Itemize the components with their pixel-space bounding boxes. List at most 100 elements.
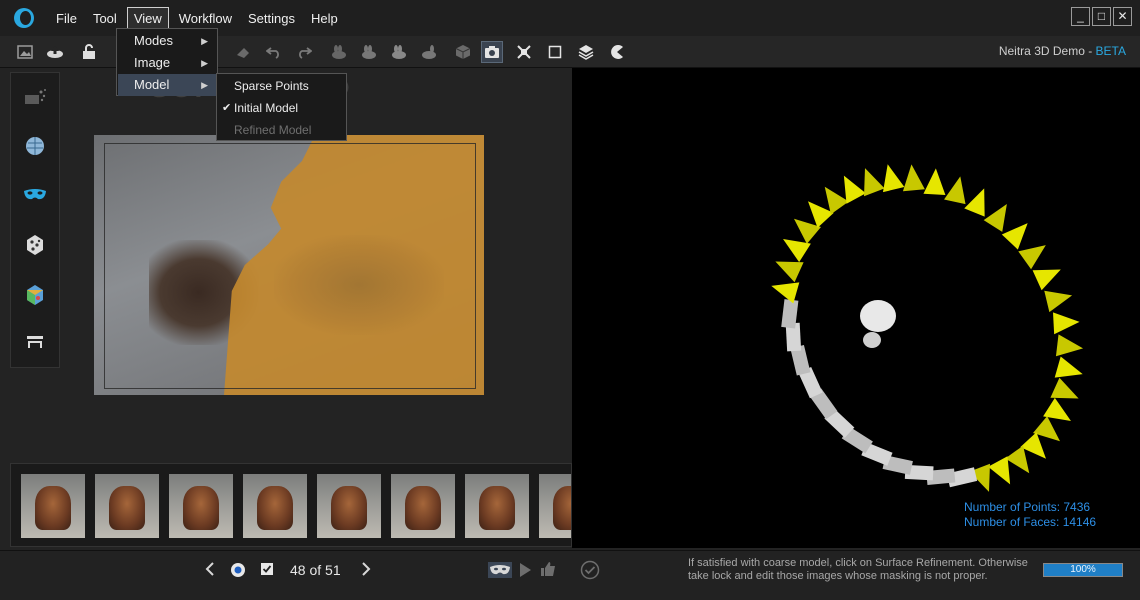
square-icon[interactable] (544, 41, 566, 63)
submenu-arrow-icon: ▶ (201, 36, 208, 46)
thumbnail[interactable] (169, 474, 233, 538)
thumbs-up-icon[interactable] (540, 561, 556, 582)
points-count: Number of Points: 7436 (964, 500, 1091, 514)
thumbnail[interactable] (95, 474, 159, 538)
camera-frustum (775, 261, 804, 283)
next-icon[interactable] (360, 561, 372, 582)
crosshair-icon[interactable] (513, 41, 535, 63)
sparse-points-icon[interactable] (23, 85, 47, 109)
camera-frustum (1050, 377, 1079, 399)
submenu-item-initial-model[interactable]: ✔ Initial Model (218, 97, 346, 119)
redo-icon[interactable] (293, 41, 315, 63)
faces-count: Number of Faces: 14146 (964, 515, 1097, 529)
beta-badge: BETA (1095, 44, 1126, 58)
camera-frustum (983, 204, 1007, 232)
mesh-icon[interactable] (23, 134, 47, 158)
menu-file[interactable]: File (50, 8, 83, 29)
menu-item-model-label: Model (134, 77, 170, 92)
submenu-item-refined-model: Refined Model (234, 123, 312, 137)
menu-help[interactable]: Help (305, 8, 344, 29)
view-menu-dropdown: Modes ▶ Image ▶ Model ▶ (116, 28, 218, 96)
record-icon[interactable] (230, 562, 246, 583)
eraser-icon[interactable] (232, 41, 254, 63)
menu-item-modes-label: Modes (134, 33, 174, 48)
image-viewport[interactable] (94, 135, 484, 395)
thumbnail[interactable] (21, 474, 85, 538)
rabbit-4-icon[interactable] (418, 41, 440, 63)
texture-icon[interactable] (23, 283, 47, 307)
menu-tool[interactable]: Tool (87, 8, 123, 29)
thumbnail[interactable] (391, 474, 455, 538)
camera-frustum (824, 186, 849, 215)
thumbnail[interactable] (465, 474, 529, 538)
camera-icon[interactable] (481, 41, 503, 63)
mask-icon[interactable] (23, 183, 47, 207)
menu-item-model[interactable]: Model ▶ (118, 74, 216, 96)
app-logo-icon (14, 8, 34, 28)
image-icon[interactable] (14, 41, 36, 63)
submenu-item-initial-model-label: Initial Model (234, 101, 299, 115)
camera-frustum (1018, 245, 1046, 270)
play-icon[interactable] (518, 562, 532, 583)
submenu-arrow-icon: ▶ (201, 80, 208, 90)
dots-icon[interactable] (23, 233, 47, 257)
undo-icon[interactable] (263, 41, 285, 63)
camera-frustum (923, 168, 946, 195)
rabbit-1-icon[interactable] (328, 41, 350, 63)
camera-frustum (1005, 445, 1030, 474)
camera-frustum (1001, 223, 1028, 250)
model-stats: Number of Points: 7436 Number of Faces: … (964, 500, 1096, 530)
camera-frustum (944, 176, 966, 205)
pacman-icon[interactable] (606, 41, 628, 63)
close-button[interactable]: ✕ (1113, 7, 1132, 26)
thumbnail[interactable] (243, 474, 307, 538)
submenu-item-sparse-points[interactable]: Sparse Points (218, 75, 346, 97)
camera-frustum (1054, 356, 1083, 378)
unlock-icon[interactable] (78, 41, 100, 63)
progress-label: 100% (1070, 564, 1096, 575)
menu-item-image[interactable]: Image ▶ (118, 52, 216, 74)
menu-workflow[interactable]: Workflow (173, 8, 238, 29)
status-hint: If satisfied with coarse model, click on… (688, 557, 1028, 582)
window-controls: _ □ ✕ (1071, 7, 1132, 26)
checkbox-icon[interactable] (260, 562, 274, 581)
upload-icon[interactable] (44, 41, 66, 63)
camera-frustum (882, 164, 905, 193)
rabbit-3-icon[interactable] (388, 41, 410, 63)
mask-tool-icon[interactable] (488, 562, 512, 583)
submenu-arrow-icon: ▶ (201, 58, 208, 68)
align-icon[interactable] (23, 330, 47, 354)
menu-view[interactable]: View (126, 6, 169, 30)
cube-icon[interactable] (452, 41, 474, 63)
app-window: File Tool View Workflow Settings Help _ … (0, 0, 1140, 600)
camera-frustum (864, 168, 885, 197)
reconstructed-model (860, 300, 896, 348)
filmstrip (10, 463, 572, 547)
menu-item-modes[interactable]: Modes ▶ (118, 30, 216, 52)
point-cloud-scene (771, 164, 1084, 492)
menu-settings[interactable]: Settings (242, 8, 301, 29)
menu-item-image-label: Image (134, 55, 171, 70)
thumbnail[interactable] (317, 474, 381, 538)
brand-name: Neitra 3D Demo - (998, 44, 1096, 58)
thumbnail[interactable] (539, 474, 571, 538)
3d-view[interactable]: Number of Points: 7436 Number of Faces: … (572, 68, 1140, 548)
layers-icon[interactable] (575, 41, 597, 63)
page-counter: 48 of 51 (290, 562, 341, 578)
camera-frustum (964, 188, 985, 217)
brand-label: Neitra 3D Demo - BETA (999, 44, 1126, 58)
camera-frustum (843, 175, 866, 204)
previous-icon[interactable] (204, 561, 216, 582)
rabbit-2-icon[interactable] (358, 41, 380, 63)
check-circle-icon[interactable] (580, 560, 600, 585)
progress-bar: 100% (1043, 563, 1123, 577)
maximize-button[interactable]: □ (1092, 7, 1111, 26)
left-toolbar (10, 72, 60, 368)
minimize-button[interactable]: _ (1071, 7, 1090, 26)
camera-frustum (988, 456, 1011, 485)
checkmark-icon: ✔ (222, 102, 232, 114)
camera-frustum (1053, 312, 1080, 335)
camera-frustum (1032, 269, 1061, 291)
model-submenu: Sparse Points ✔ Initial Model Refined Mod… (216, 73, 347, 141)
camera-frustum (1055, 334, 1084, 357)
